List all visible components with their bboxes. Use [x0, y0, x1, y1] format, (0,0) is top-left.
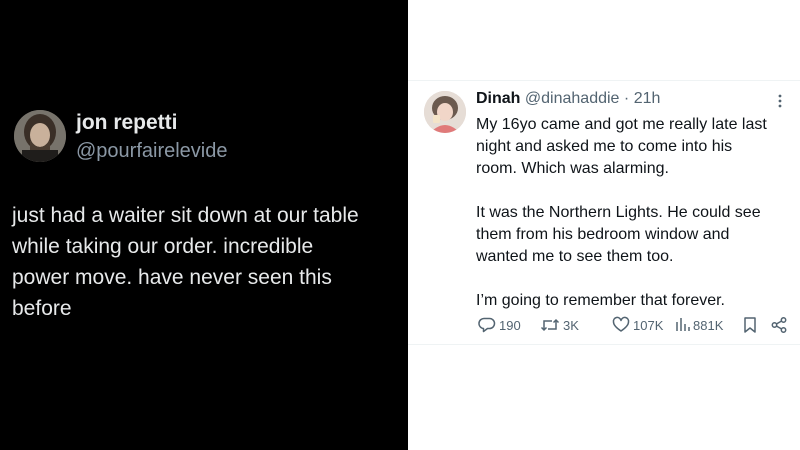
- tweet-timestamp[interactable]: 21h: [634, 90, 661, 107]
- tweet-header: Dinah @dinahaddie · 21h: [476, 90, 660, 108]
- tweet-text-line: just had a waiter sit down at our table: [12, 204, 359, 227]
- tweet-text: just had a waiter sit down at our table …: [12, 200, 406, 324]
- author-name[interactable]: Dinah: [476, 90, 520, 107]
- divider: [408, 344, 800, 345]
- tweet-text-line: My 16yo came and got me really late last: [476, 116, 767, 133]
- heart-icon: [612, 316, 630, 334]
- header-separator: ·: [623, 90, 630, 107]
- share-icon[interactable]: [770, 315, 788, 335]
- views-icon: [674, 316, 690, 334]
- author-handle[interactable]: @dinahaddie: [525, 90, 620, 107]
- tweet-text-line: room. Which was alarming.: [476, 160, 669, 177]
- repost-button[interactable]: 3K: [540, 315, 579, 335]
- like-count: 107K: [633, 317, 664, 333]
- like-button[interactable]: 107K: [612, 315, 663, 335]
- avatar-dinah[interactable]: [424, 91, 466, 133]
- tweet-text-line: while taking our order. incredible: [12, 235, 314, 258]
- tweet-text-line: I’m going to remember that forever.: [476, 292, 725, 309]
- tweet-text-line: night and asked me to come into his: [476, 138, 733, 155]
- tweet-text-line: wanted me to see them too.: [476, 248, 674, 265]
- tweet-text-line: them from his bedroom window and: [476, 226, 730, 243]
- divider: [408, 80, 800, 81]
- reply-count: 190: [499, 317, 521, 333]
- tweet-text-line: power move. have never seen this: [12, 266, 332, 289]
- tweet-text-line: It was the Northern Lights. He could see: [476, 204, 761, 221]
- reply-button[interactable]: 190: [478, 315, 521, 335]
- more-icon[interactable]: [772, 93, 788, 109]
- reply-icon: [478, 316, 496, 334]
- author-name[interactable]: jon repetti: [76, 111, 178, 135]
- tweet-text-line: before: [12, 297, 72, 320]
- view-count: 881K: [693, 317, 724, 333]
- repost-count: 3K: [563, 317, 579, 333]
- left-tweet-screenshot: jon repetti @pourfairelevide just had a …: [0, 0, 408, 450]
- views-button[interactable]: 881K: [674, 315, 723, 335]
- bookmark-icon[interactable]: [742, 315, 758, 335]
- author-handle[interactable]: @pourfairelevide: [76, 140, 228, 163]
- tweet-text: My 16yo came and got me really late last…: [476, 114, 796, 312]
- tweet-action-bar: 190 3K 107K 881K: [476, 315, 792, 337]
- avatar-jon-repetti[interactable]: [14, 110, 66, 162]
- repost-icon: [540, 316, 560, 334]
- right-tweet-screenshot: Dinah @dinahaddie · 21h My 16yo came and…: [408, 0, 800, 450]
